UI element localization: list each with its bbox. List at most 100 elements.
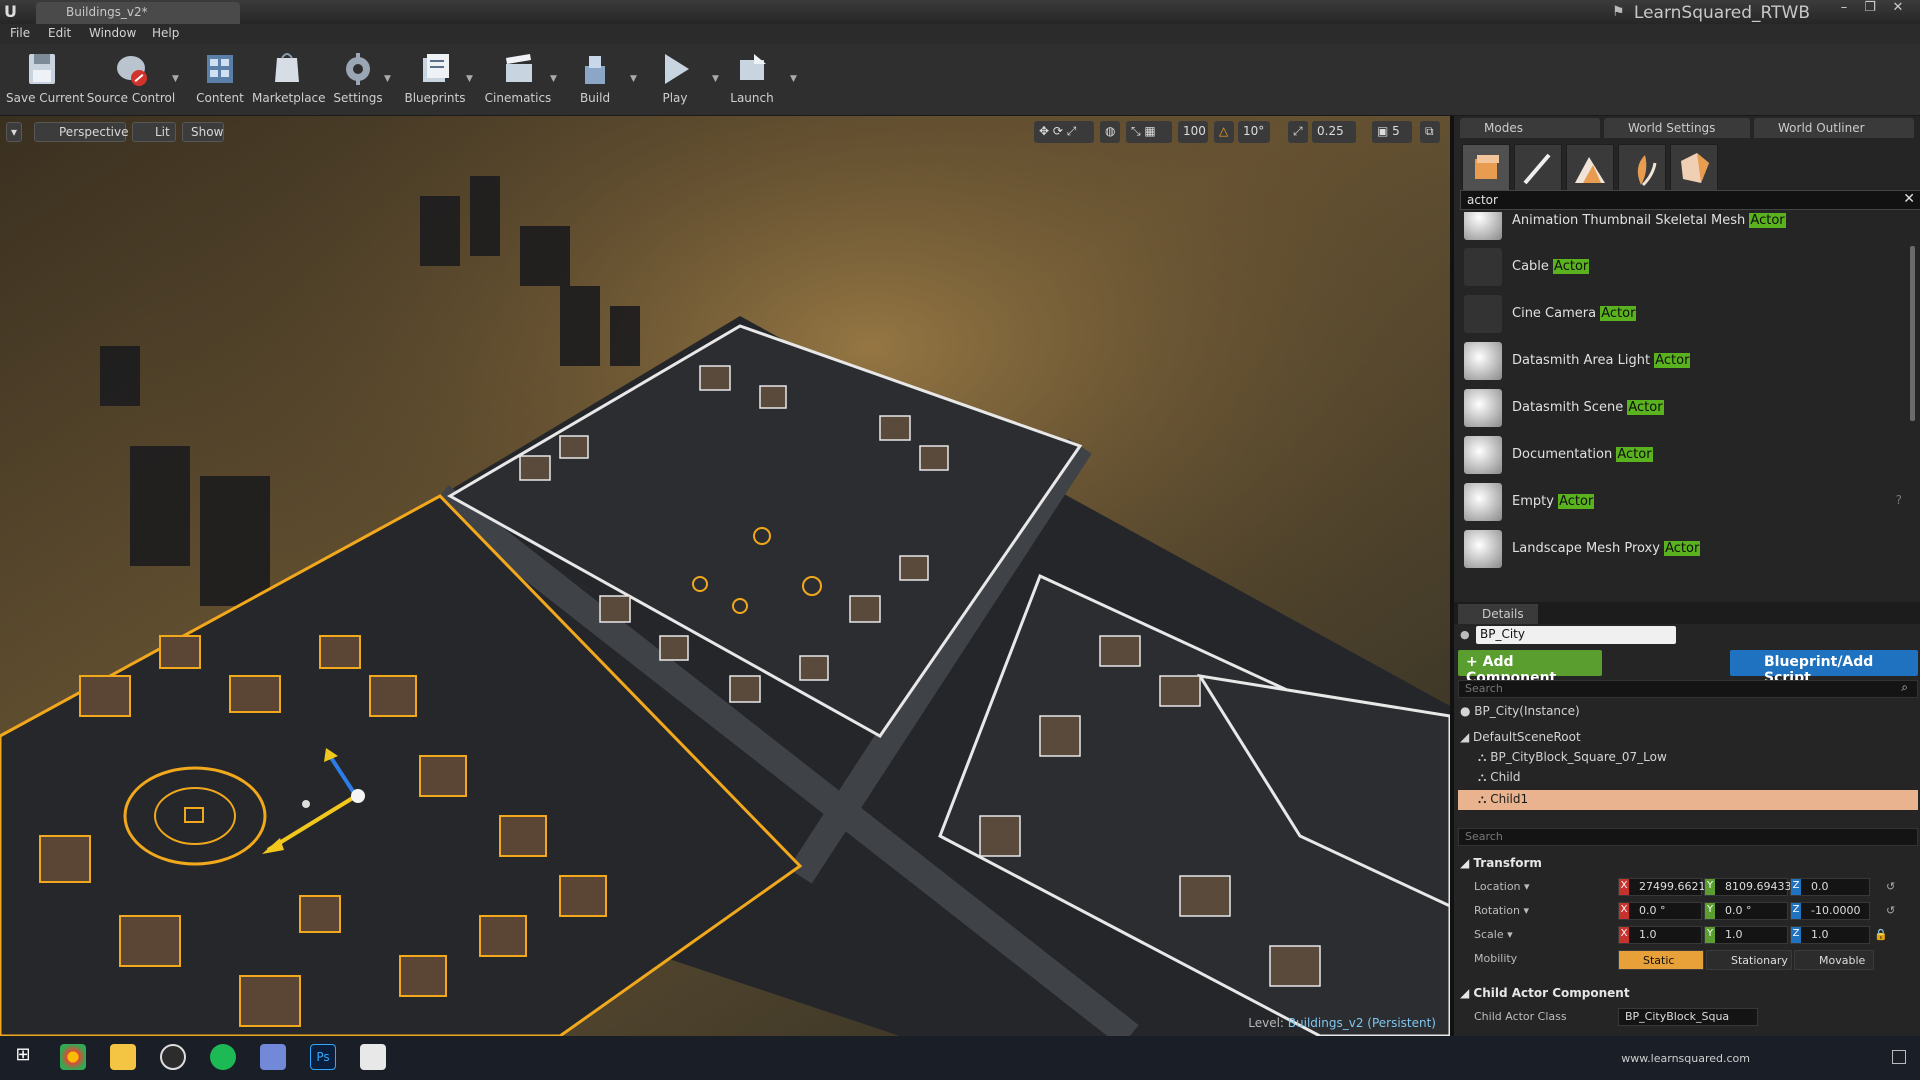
build-dropdown-icon[interactable]: ▼ [630, 74, 640, 84]
tree-item[interactable]: ⛬ Child [1478, 770, 1521, 785]
menu-window[interactable]: Window [89, 26, 136, 40]
location-y-field[interactable]: Y 8109.69433 [1704, 878, 1791, 896]
rotation-y-field[interactable]: Y 0.0 ° [1704, 902, 1788, 920]
spotify-icon[interactable] [210, 1044, 236, 1070]
cinematics-button[interactable]: Cinematics [482, 48, 554, 112]
lit-button[interactable]: Lit [132, 122, 176, 142]
place-mode-icon[interactable] [1462, 144, 1510, 194]
unreal-engine-icon[interactable] [160, 1044, 186, 1070]
list-item[interactable]: Cine Camera Actor [1458, 291, 1908, 337]
scale-x-field[interactable]: X 1.0 [1618, 926, 1702, 944]
source-control-button[interactable]: Source Control [86, 48, 176, 112]
tab-world-outliner[interactable]: World Outliner [1754, 118, 1914, 138]
help-icon[interactable]: ? [1896, 493, 1902, 507]
mobility-movable-button[interactable]: Movable [1794, 950, 1874, 970]
play-dropdown-icon[interactable]: ▼ [712, 74, 722, 84]
location-z-field[interactable]: Z 0.0 [1790, 878, 1870, 896]
minimize-icon[interactable]: – [1832, 0, 1856, 18]
cinematics-dropdown-icon[interactable]: ▼ [550, 74, 560, 84]
launch-dropdown-icon[interactable]: ▼ [790, 74, 800, 84]
surface-snap-icon[interactable]: ⤡ ▦ [1126, 121, 1172, 143]
level-tab[interactable]: Buildings_v2* [36, 2, 240, 24]
content-button[interactable]: Content [192, 48, 248, 112]
rotation-snap-icon[interactable]: △ [1214, 121, 1234, 143]
location-x-field[interactable]: X 27499.6621 [1618, 878, 1705, 896]
tree-item-root[interactable]: ◢ DefaultSceneRoot [1460, 730, 1581, 744]
rotation-x-field[interactable]: X 0.0 ° [1618, 902, 1702, 920]
list-item[interactable]: Cable Actor [1458, 244, 1908, 290]
build-button[interactable]: Build [572, 48, 618, 112]
list-item[interactable]: Animation Thumbnail Skeletal Mesh Actor [1458, 212, 1908, 244]
maximize-icon[interactable]: ❐ [1858, 0, 1882, 18]
instance-label[interactable]: ● BP_City(Instance) [1460, 704, 1580, 718]
grid-snap-value[interactable]: 100 [1178, 121, 1208, 143]
actor-search-input[interactable]: actor ✕ [1460, 190, 1920, 210]
transform-mode-tools[interactable]: ✥ ⟳ ⤢ [1034, 121, 1094, 143]
lock-icon[interactable]: 🔒 [1874, 928, 1888, 941]
list-item[interactable]: Landscape Mesh Proxy Actor [1458, 526, 1908, 572]
perspective-button[interactable]: Perspective [34, 122, 129, 142]
paint-mode-icon[interactable] [1514, 144, 1562, 194]
viewport-options-button[interactable]: ▾ [6, 122, 23, 142]
location-label[interactable]: Location ▾ [1474, 880, 1530, 893]
discord-icon[interactable] [260, 1044, 286, 1070]
mobility-stationary-button[interactable]: Stationary [1706, 950, 1792, 970]
reset-rotation-icon[interactable]: ↺ [1886, 904, 1895, 917]
list-item[interactable]: Datasmith Scene Actor [1458, 385, 1908, 431]
photoshop-icon[interactable]: Ps [310, 1044, 336, 1070]
tab-modes[interactable]: Modes [1460, 118, 1600, 138]
launch-button[interactable]: Launch [724, 48, 780, 112]
blueprints-button[interactable]: Blueprints [402, 48, 468, 112]
maximize-viewport-icon[interactable]: ⧉ [1420, 121, 1440, 143]
actor-name-field[interactable]: BP_City [1476, 626, 1676, 644]
blueprint-add-script-button[interactable]: Blueprint/Add Script [1730, 650, 1918, 686]
rotation-label[interactable]: Rotation ▾ [1474, 904, 1529, 917]
foliage-mode-icon[interactable] [1618, 144, 1666, 194]
menu-edit[interactable]: Edit [48, 26, 71, 40]
tree-item[interactable]: ⛬ BP_CityBlock_Square_07_Low [1478, 750, 1667, 765]
level-viewport[interactable]: ▾ Perspective Lit Show ✥ ⟳ ⤢ ◍ ⤡ ▦ 100 △… [0, 116, 1450, 1036]
list-item[interactable]: Documentation Actor [1458, 432, 1908, 478]
camera-speed-button[interactable]: ▣ 5 [1372, 121, 1412, 143]
menu-help[interactable]: Help [152, 26, 179, 40]
rotation-z-field[interactable]: Z -10.0000 [1790, 902, 1870, 920]
blueprints-dropdown-icon[interactable]: ▼ [466, 74, 476, 84]
transform-section[interactable]: ◢ Transform [1460, 856, 1542, 870]
tab-details[interactable]: Details [1458, 604, 1538, 624]
mobility-static-button[interactable]: Static [1618, 950, 1704, 970]
notification-icon[interactable] [1892, 1050, 1906, 1064]
scale-snap-value[interactable]: 0.25 [1312, 121, 1356, 143]
list-item[interactable]: Datasmith Area Light Actor [1458, 338, 1908, 384]
child-actor-section[interactable]: ◢ Child Actor Component [1460, 986, 1630, 1000]
play-button[interactable]: Play [648, 48, 702, 112]
source-control-dropdown-icon[interactable]: ▼ [172, 74, 182, 84]
save-current-button[interactable]: Save Current [6, 48, 84, 112]
file-explorer-icon[interactable] [110, 1044, 136, 1070]
menu-file[interactable]: File [10, 26, 30, 40]
world-local-icon[interactable]: ◍ [1100, 121, 1120, 143]
scale-y-field[interactable]: Y 1.0 [1704, 926, 1788, 944]
scale-z-field[interactable]: Z 1.0 [1790, 926, 1870, 944]
windows-start-icon[interactable]: ⊞ [10, 1044, 36, 1070]
tab-world-settings[interactable]: World Settings [1604, 118, 1750, 138]
settings-dropdown-icon[interactable]: ▼ [384, 74, 394, 84]
add-component-button[interactable]: + Add Component [1458, 650, 1602, 686]
child-class-field[interactable]: BP_CityBlock_Squa [1618, 1008, 1758, 1026]
settings-button[interactable]: Settings [330, 48, 386, 112]
actor-list-scrollbar[interactable] [1910, 246, 1915, 421]
geometry-mode-icon[interactable] [1670, 144, 1718, 194]
clear-search-icon[interactable]: ✕ [1903, 191, 1915, 207]
reset-location-icon[interactable]: ↺ [1886, 880, 1895, 893]
rotation-snap-value[interactable]: 10° [1238, 121, 1270, 143]
details-search-input[interactable]: Search [1458, 828, 1918, 846]
list-item[interactable]: Empty Actor ? [1458, 479, 1908, 525]
components-search-input[interactable]: Search [1458, 680, 1918, 698]
scale-label[interactable]: Scale ▾ [1474, 928, 1513, 941]
tree-item[interactable]: ⛬ Child1 [1478, 792, 1528, 807]
landscape-mode-icon[interactable] [1566, 144, 1614, 194]
show-button[interactable]: Show [182, 122, 224, 142]
app-cube-icon[interactable] [360, 1044, 386, 1070]
marketplace-button[interactable]: Marketplace [252, 48, 326, 112]
chrome-icon[interactable] [60, 1044, 86, 1070]
scale-snap-icon[interactable]: ⤢ [1288, 121, 1308, 143]
